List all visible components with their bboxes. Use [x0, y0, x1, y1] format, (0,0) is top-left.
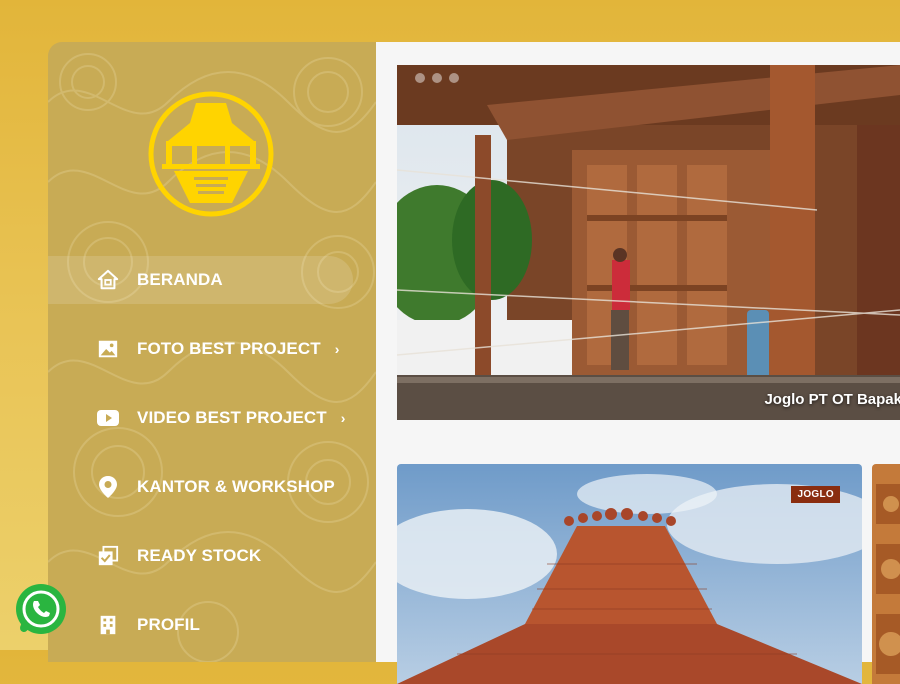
chevron-right-icon: ›	[334, 341, 340, 357]
building-icon	[96, 613, 120, 637]
project-card[interactable]: JOGLO	[397, 464, 862, 684]
sidebar-item-label: BERANDA	[137, 270, 223, 289]
sidebar-item-foto-best-project[interactable]: FOTO BEST PROJECT ›	[48, 325, 376, 373]
sidebar-item-video-best-project[interactable]: VIDEO BEST PROJECT ›	[48, 394, 376, 442]
project-card[interactable]	[872, 464, 900, 684]
chevron-right-icon: ›	[340, 410, 346, 426]
sidebar-item-kantor-workshop[interactable]: KANTOR & WORKSHOP	[48, 463, 376, 511]
slider-dot[interactable]	[432, 73, 442, 83]
sidebar-item-label: VIDEO BEST PROJECT	[137, 408, 327, 427]
map-pin-icon	[96, 475, 120, 499]
youtube-icon	[96, 406, 120, 430]
sidebar-item-label: PROFIL	[137, 615, 200, 634]
sidebar-item-label: KANTOR & WORKSHOP	[137, 477, 335, 496]
main-content: Joglo PT OT Bapak JOGLO	[376, 42, 900, 684]
image-icon	[96, 337, 120, 361]
slider-dots	[415, 73, 459, 83]
sidebar-item-label: READY STOCK	[137, 546, 262, 565]
home-icon	[96, 268, 120, 292]
sidebar-item-label: FOTO BEST PROJECT	[137, 339, 321, 358]
project-card-image	[872, 464, 900, 684]
hero-slider[interactable]: Joglo PT OT Bapak	[397, 65, 900, 420]
sidebar-item-ready-stock[interactable]: READY STOCK	[48, 532, 376, 580]
joglo-house-logo-icon[interactable]	[146, 89, 276, 219]
sidebar-menu: BERANDA FOTO BEST PROJECT › VIDEO BEST P…	[48, 256, 376, 662]
sidebar-item-profil[interactable]: PROFIL	[48, 601, 376, 649]
whatsapp-icon[interactable]	[14, 582, 68, 636]
hero-image	[397, 65, 900, 420]
stock-check-icon	[96, 544, 120, 568]
category-badge[interactable]: JOGLO	[791, 486, 840, 503]
slider-dot[interactable]	[415, 73, 425, 83]
sidebar-item-beranda[interactable]: BERANDA	[48, 256, 353, 304]
slider-dot[interactable]	[449, 73, 459, 83]
sidebar: BERANDA FOTO BEST PROJECT › VIDEO BEST P…	[48, 42, 376, 662]
slider-caption[interactable]: Joglo PT OT Bapak	[764, 391, 900, 408]
